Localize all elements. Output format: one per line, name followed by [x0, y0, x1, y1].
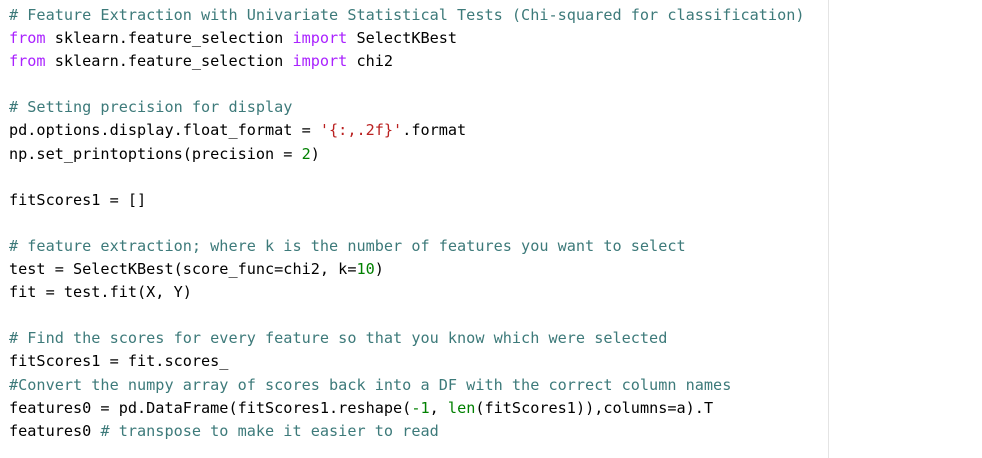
code-line: # Feature Extraction with Univariate Sta… — [9, 4, 805, 27]
code-text: SelectKBest — [347, 29, 458, 48]
code-line: features0 = pd.DataFrame(fitScores1.resh… — [9, 397, 805, 420]
code-text: , — [429, 398, 448, 417]
code-text: (fitScores1)),columns=a).T — [475, 398, 714, 417]
code-keyword: from — [9, 29, 46, 48]
code-line: # Setting precision for display — [9, 96, 805, 119]
code-line: pd.options.display.float_format = '{:,.2… — [9, 119, 805, 142]
code-number: 10 — [356, 260, 375, 279]
code-line: # Find the scores for every feature so t… — [9, 327, 805, 350]
code-comment: # transpose to make it easier to read — [100, 421, 439, 440]
code-number: -1 — [411, 398, 430, 417]
code-cell[interactable]: # Feature Extraction with Univariate Sta… — [0, 0, 982, 458]
code-line: fitScores1 = fit.scores_ — [9, 350, 805, 373]
code-comment: # feature extraction; where k is the num… — [9, 236, 686, 255]
code-line: features0 # transpose to make it easier … — [9, 420, 805, 443]
code-keyword: from — [9, 52, 46, 71]
code-text: fit = test.fit(X, Y) — [9, 283, 192, 302]
code-line: #Convert the numpy array of scores back … — [9, 374, 805, 397]
code-text: pd.options.display.float_format = — [9, 121, 320, 140]
code-line: fitScores1 = [] — [9, 189, 805, 212]
code-text: features0 — [9, 421, 101, 440]
code-text: test = SelectKBest(score_func=chi2, k= — [9, 260, 357, 279]
code-comment: # Feature Extraction with Univariate Sta… — [9, 6, 805, 24]
code-text: chi2 — [347, 52, 394, 71]
code-line: from sklearn.feature_selection import ch… — [9, 50, 805, 73]
code-number: 2 — [301, 144, 311, 163]
code-text: sklearn.feature_selection — [45, 29, 293, 48]
code-editor[interactable]: # Feature Extraction with Univariate Sta… — [9, 4, 805, 443]
code-line: test = SelectKBest(score_func=chi2, k=10… — [9, 258, 805, 281]
code-text: np.set_printoptions(precision = — [9, 144, 302, 163]
code-comment: # Find the scores for every feature so t… — [9, 329, 668, 348]
code-string: '{:,.2f}' — [319, 121, 403, 140]
code-keyword: import — [292, 29, 348, 48]
code-keyword: import — [292, 52, 348, 71]
code-line: from sklearn.feature_selection import Se… — [9, 27, 805, 50]
code-line: # feature extraction; where k is the num… — [9, 235, 805, 258]
code-text: ) — [310, 144, 320, 163]
code-text: sklearn.feature_selection — [45, 52, 293, 71]
code-text: ) — [374, 260, 384, 279]
code-text: fitScores1 = fit.scores_ — [9, 352, 229, 371]
code-builtin: len — [447, 398, 476, 417]
line-length-guide — [828, 0, 829, 458]
code-line: fit = test.fit(X, Y) — [9, 281, 805, 304]
code-line: np.set_printoptions(precision = 2) — [9, 143, 805, 166]
code-comment: #Convert the numpy array of scores back … — [9, 375, 732, 394]
code-text: fitScores1 = [] — [9, 190, 147, 209]
code-comment: # Setting precision for display — [9, 98, 293, 117]
code-text: .format — [402, 121, 467, 140]
code-text: features0 = pd.DataFrame(fitScores1.resh… — [9, 398, 412, 417]
